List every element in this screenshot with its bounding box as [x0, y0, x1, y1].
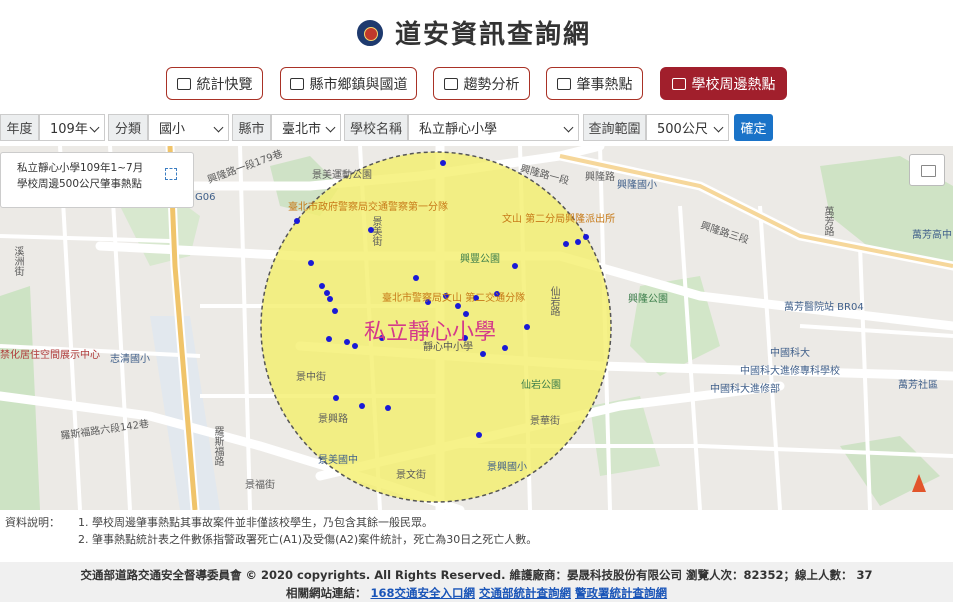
info-line-1: 私立靜心小學109年1~7月	[17, 162, 144, 174]
notes-line-1: 1. 學校周邊肇事熱點其事故案件並非僅該校學生，乃包含其餘一般民眾。	[78, 516, 433, 529]
poi-traffic-police-2: 臺北市警察局文山 第二交通分隊	[382, 293, 526, 304]
nav-bar: 統計快覽 縣市鄉鎮與國道 趨勢分析 肇事熱點 學校周邊熱點	[0, 67, 953, 101]
nav-label: 統計快覽	[196, 76, 253, 93]
street-label: 興隆路	[585, 172, 615, 183]
street-label: 羅斯福路	[212, 426, 223, 466]
range-select[interactable]: 500公尺	[646, 114, 729, 141]
year-label: 年度	[0, 114, 39, 141]
confirm-button[interactable]: 確定	[734, 114, 773, 141]
range-value: 500公尺	[657, 122, 708, 137]
poi-school: 景美國中	[318, 455, 358, 466]
street-label: 景興路	[318, 414, 348, 425]
related-links-label: 相關網站連結：	[285, 586, 367, 600]
chevron-down-icon	[213, 122, 224, 133]
city-select[interactable]: 臺北市	[271, 114, 341, 141]
poi-xinglong-police-station: 文山 第二分局興隆派出所	[502, 214, 616, 225]
map-view[interactable]: 興隆路一段179巷 興隆路三段 興隆路一段 興隆路 景美街 景中街 景興路 景華…	[0, 146, 953, 510]
street-label: 景文街	[396, 470, 426, 481]
chevron-down-icon	[325, 122, 336, 133]
area-chart-icon	[443, 77, 458, 90]
link-police-stats[interactable]: 警政署統計查詢網	[575, 586, 667, 600]
poi-park: 興豐公園	[460, 254, 500, 265]
range-label: 查詢範圍	[583, 114, 646, 141]
poi-community: 萬芳社區	[898, 380, 938, 391]
category-select[interactable]: 國小	[148, 114, 229, 141]
street-label: 仙岩路	[548, 286, 559, 316]
footer-links: 相關網站連結： 168交通安全入口網 交通部統計查詢網 警政署統計查詢網	[0, 585, 953, 601]
nav-school-hotspot-button[interactable]: 學校周邊熱點	[660, 67, 787, 100]
category-label: 分類	[108, 114, 148, 141]
data-notes: 資料說明： 1. 學校周邊肇事熱點其事故案件並非僅該校學生，乃包含其餘一般民眾。…	[0, 511, 953, 551]
poi-school: 中國科大	[770, 348, 810, 359]
footer-copyright: 交通部道路交通安全督導委員會 © 2020 copyrights. All Ri…	[80, 568, 873, 582]
link-168-portal[interactable]: 168交通安全入口網	[370, 586, 475, 600]
poi-mrt-station: G06	[195, 192, 216, 203]
notes-line-2: 2. 肇事熱點統計表之件數係指警政署死亡(A1)及受傷(A2)案件統計，死亡為3…	[78, 533, 538, 546]
category-value: 國小	[159, 122, 186, 137]
poi-mrt-station: 萬芳醫院站 BR04	[784, 302, 864, 313]
nav-label: 縣市鄉鎮與國道	[309, 76, 408, 93]
dashboard-icon	[176, 77, 191, 90]
school-label: 學校名稱	[344, 114, 408, 141]
notes-label: 資料說明：	[5, 516, 60, 529]
year-select[interactable]: 109年	[39, 114, 105, 141]
poi-park: 興隆公園	[628, 294, 668, 305]
map-icon	[556, 77, 571, 90]
info-line-2: 學校周邊500公尺肇事熱點	[17, 178, 143, 190]
school-value: 私立靜心小學	[419, 122, 498, 137]
school-icon	[671, 77, 686, 90]
poi-park: 仙岩公園	[521, 380, 561, 391]
north-arrow-icon	[912, 474, 926, 492]
city-value: 臺北市	[282, 122, 322, 137]
nav-label: 學校周邊熱點	[691, 76, 776, 93]
street-label: 景福街	[245, 480, 275, 491]
footer: 交通部道路交通安全督導委員會 © 2020 copyrights. All Ri…	[0, 562, 953, 602]
nav-trend-analysis-button[interactable]: 趨勢分析	[433, 67, 530, 100]
school-select[interactable]: 私立靜心小學	[408, 114, 579, 141]
street-label: 景華街	[530, 416, 560, 427]
nav-label: 肇事熱點	[576, 76, 633, 93]
poi-school: 興隆國小	[617, 180, 657, 191]
poi-school: 中國科大進修部	[710, 384, 780, 395]
filter-bar: 年度 109年 分類 國小 縣市 臺北市 學校名稱 私立靜心小學 查詢範圍 50…	[0, 114, 953, 142]
expand-icon[interactable]	[165, 168, 177, 180]
street-label: 景美街	[370, 216, 381, 246]
chevron-down-icon	[563, 122, 574, 133]
header: 道安資訊查詢網	[0, 0, 953, 66]
year-value: 109年	[50, 122, 88, 137]
poi-traffic-police-1: 臺北市政府警察局交通警察第一分隊	[288, 202, 448, 213]
poi-school: 萬芳高中	[912, 230, 952, 241]
bar-chart-icon	[289, 77, 304, 90]
city-label: 縣市	[232, 114, 271, 141]
poi-school: 中國科大進修專科學校	[740, 366, 840, 377]
street-label: 景中街	[296, 372, 326, 383]
school-marker-sub: 靜心中小學	[423, 342, 473, 353]
poi-exhibition-center: 禁化居住空間展示中心	[0, 350, 100, 361]
page-title: 道安資訊查詢網	[395, 20, 592, 50]
image-layer-button[interactable]	[909, 154, 945, 186]
nav-county-highway-button[interactable]: 縣市鄉鎮與國道	[280, 67, 417, 100]
police-emblem-icon	[357, 20, 383, 46]
street-label: 溪洲街	[12, 246, 23, 276]
poi-school: 志清國小	[110, 354, 150, 365]
chevron-down-icon	[713, 122, 724, 133]
nav-accident-hotspot-button[interactable]: 肇事熱點	[546, 67, 643, 100]
nav-label: 趨勢分析	[463, 76, 520, 93]
street-label: 景美運動公園	[312, 170, 372, 181]
street-label: 萬芳路	[822, 206, 833, 236]
nav-stats-overview-button[interactable]: 統計快覽	[166, 67, 263, 100]
link-motc-stats[interactable]: 交通部統計查詢網	[479, 586, 571, 600]
poi-school: 景興國小	[487, 462, 527, 473]
map-info-box: 私立靜心小學109年1~7月 學校周邊500公尺肇事熱點	[0, 152, 194, 208]
chevron-down-icon	[89, 122, 100, 133]
